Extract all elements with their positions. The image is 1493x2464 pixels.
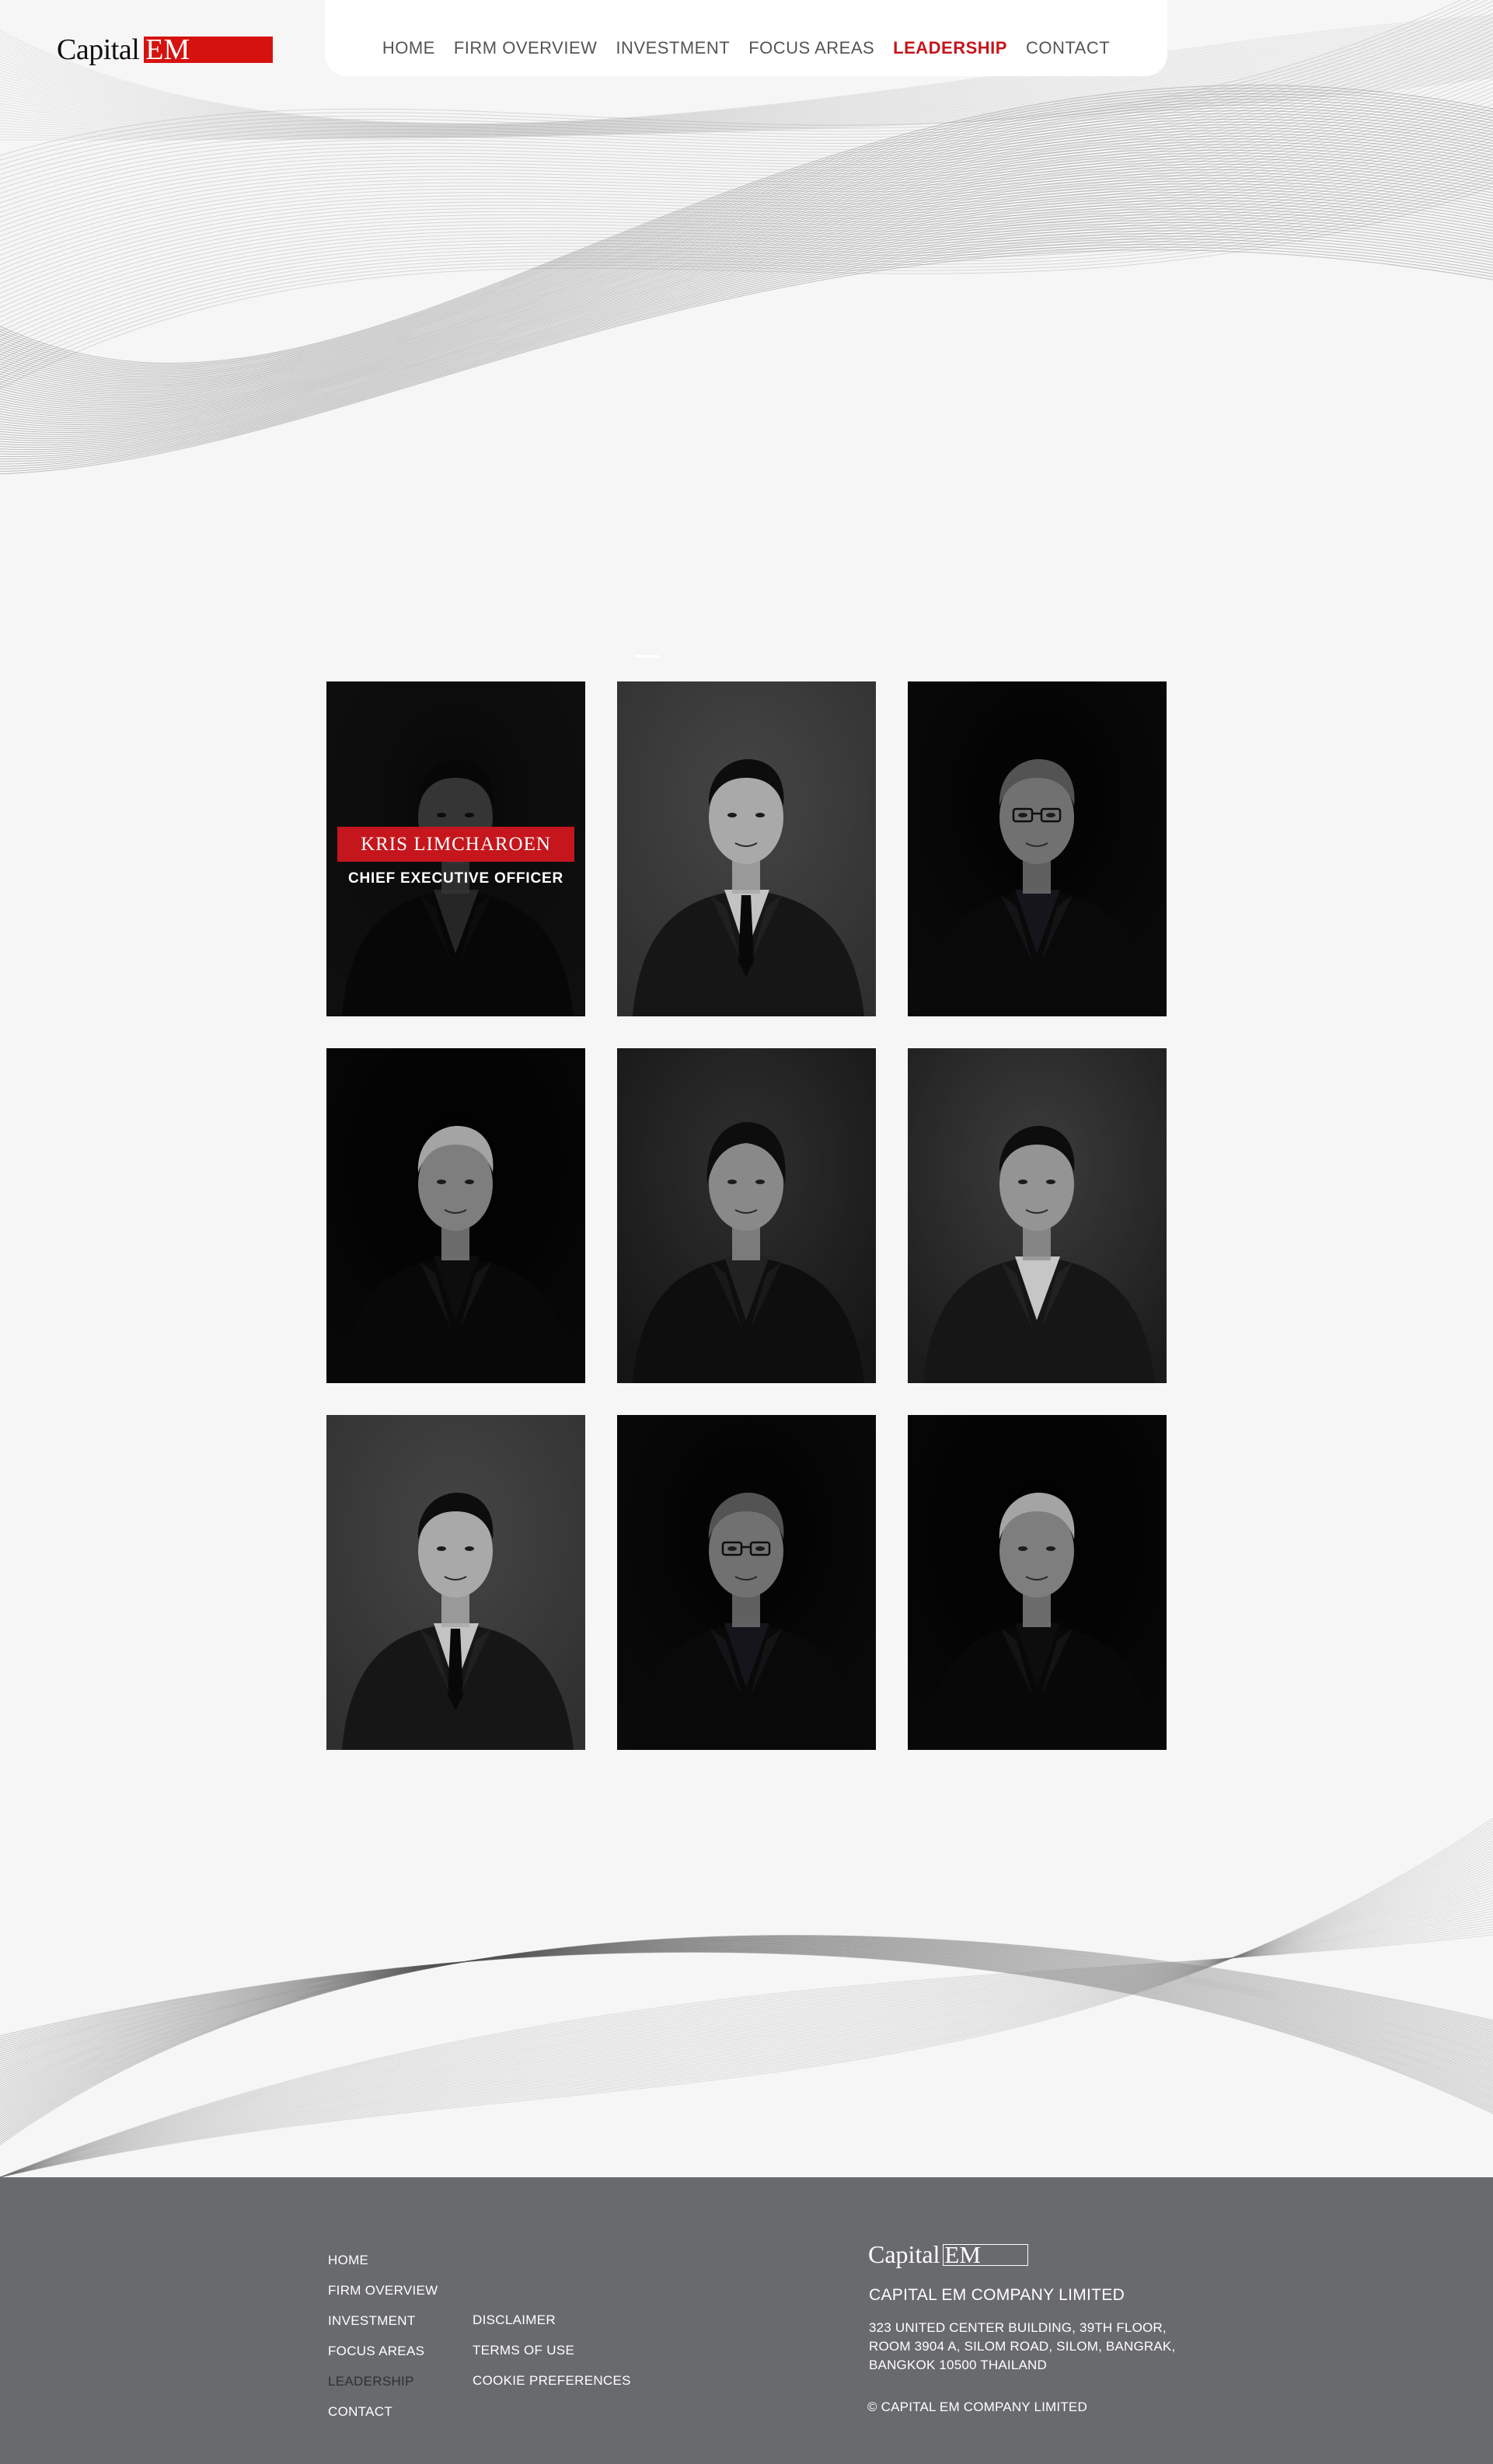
leader-portrait (908, 1415, 1167, 1750)
copyright: © CAPITAL EM COMPANY LIMITED (867, 2400, 1087, 2414)
site-footer: HOME FIRM OVERVIEW INVESTMENT FOCUS AREA… (0, 2177, 1493, 2464)
leader-card[interactable] (326, 1415, 585, 1750)
leader-portrait (617, 1415, 876, 1750)
footer-logo-word: Capital (868, 2240, 940, 2268)
leader-name: KRIS LIMCHAROEN (337, 827, 574, 862)
leader-title: CHIEF EXECUTIVE OFFICER (347, 870, 564, 887)
leader-portrait (617, 1048, 876, 1383)
footer-link-leadership[interactable]: LEADERSHIP (328, 2374, 438, 2404)
footer-logo[interactable]: Capital EM (868, 2240, 1029, 2269)
leader-card[interactable] (617, 681, 876, 1016)
nav-contact[interactable]: CONTACT (1026, 18, 1110, 58)
leader-card[interactable]: KRIS LIMCHAROEN CHIEF EXECUTIVE OFFICER (326, 681, 585, 1016)
leader-card[interactable] (908, 1048, 1167, 1383)
leader-portrait (326, 1048, 585, 1383)
footer-link-contact[interactable]: CONTACT (328, 2404, 438, 2434)
leader-card[interactable] (908, 1415, 1167, 1750)
leader-card[interactable] (617, 1415, 876, 1750)
footer-logo-em: EM (944, 2240, 981, 2268)
nav-focus-areas[interactable]: FOCUS AREAS (748, 18, 874, 58)
footer-legal: DISCLAIMER TERMS OF USE COOKIE PREFERENC… (473, 2312, 631, 2403)
nav-home[interactable]: HOME (382, 18, 435, 58)
footer-link-disclaimer[interactable]: DISCLAIMER (473, 2312, 631, 2343)
leader-portrait (908, 681, 1167, 1016)
leader-portrait (326, 1415, 585, 1750)
leader-card[interactable] (326, 1048, 585, 1383)
nav-firm-overview[interactable]: FIRM OVERVIEW (454, 18, 598, 58)
footer-link-focus-areas[interactable]: FOCUS AREAS (328, 2344, 438, 2374)
main-nav: HOME FIRM OVERVIEW INVESTMENT FOCUS AREA… (325, 0, 1167, 76)
company-address: 323 UNITED CENTER BUILDING, 39TH FLOOR, … (869, 2319, 1175, 2375)
address-line: ROOM 3904 A, SILOM ROAD, SILOM, BANGRAK, (869, 2339, 1176, 2354)
logo-word: Capital (57, 33, 140, 66)
footer-wave-background (0, 1818, 1493, 2177)
logo-em-box: EM (144, 33, 274, 66)
leader-portrait (617, 681, 876, 1016)
footer-link-home[interactable]: HOME (328, 2253, 438, 2283)
leader-card[interactable] (617, 1048, 876, 1383)
leadership-grid: KRIS LIMCHAROEN CHIEF EXECUTIVE OFFICER (326, 681, 1167, 1750)
footer-link-firm-overview[interactable]: FIRM OVERVIEW (328, 2283, 438, 2313)
footer-link-cookie-preferences[interactable]: COOKIE PREFERENCES (473, 2373, 631, 2403)
leader-portrait (908, 1048, 1167, 1383)
site-logo[interactable]: Capital EM (57, 33, 274, 66)
logo-em: EM (145, 33, 190, 66)
address-line: 323 UNITED CENTER BUILDING, 39TH FLOOR, (869, 2320, 1167, 2335)
footer-link-investment[interactable]: INVESTMENT (328, 2313, 438, 2344)
leader-card[interactable] (908, 681, 1167, 1016)
section-divider (636, 655, 659, 657)
nav-leadership[interactable]: LEADERSHIP (893, 18, 1007, 58)
nav-investment[interactable]: INVESTMENT (616, 18, 730, 58)
company-name: CAPITAL EM COMPANY LIMITED (869, 2286, 1125, 2304)
footer-logo-em-box: EM (943, 2240, 1029, 2268)
footer-link-terms[interactable]: TERMS OF USE (473, 2343, 631, 2373)
address-line: BANGKOK 10500 THAILAND (869, 2358, 1047, 2372)
footer-nav: HOME FIRM OVERVIEW INVESTMENT FOCUS AREA… (328, 2253, 438, 2434)
